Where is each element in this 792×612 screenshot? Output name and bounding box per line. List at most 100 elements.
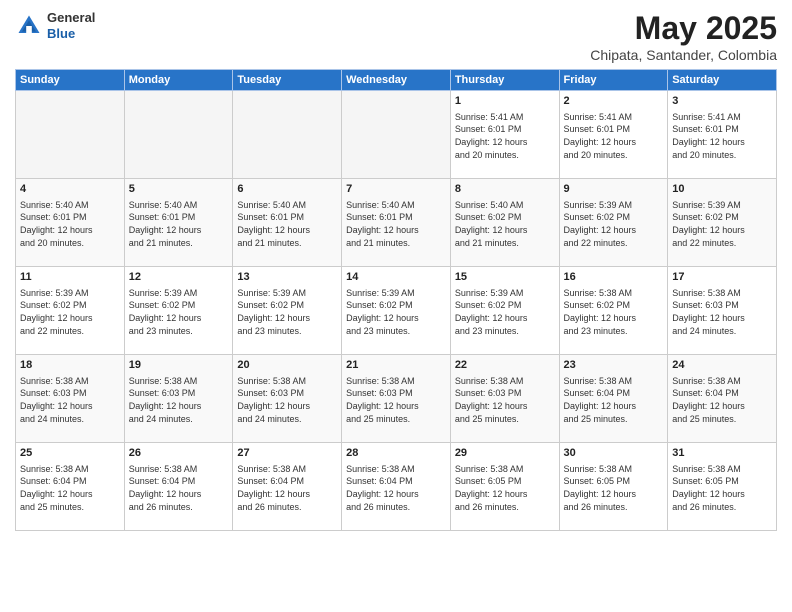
day-number: 31: [672, 446, 772, 461]
calendar: SundayMondayTuesdayWednesdayThursdayFrid…: [15, 69, 777, 531]
day-info: Sunrise: 5:38 AM Sunset: 6:03 PM Dayligh…: [346, 375, 446, 425]
day-info: Sunrise: 5:40 AM Sunset: 6:01 PM Dayligh…: [346, 199, 446, 249]
day-number: 16: [564, 270, 664, 285]
day-number: 27: [237, 446, 337, 461]
calendar-cell: 13 Sunrise: 5:39 AM Sunset: 6:02 PM Dayli…: [233, 267, 342, 355]
day-info: Sunrise: 5:41 AM Sunset: 6:01 PM Dayligh…: [672, 111, 772, 161]
day-info: Sunrise: 5:38 AM Sunset: 6:05 PM Dayligh…: [672, 463, 772, 513]
calendar-cell: 9Sunrise: 5:39 AM Sunset: 6:02 PM Daylig…: [559, 179, 668, 267]
day-number: 12: [129, 270, 229, 285]
day-info: Sunrise: 5:40 AM Sunset: 6:02 PM Dayligh…: [455, 199, 555, 249]
day-info: Sunrise: 5:38 AM Sunset: 6:03 PM Dayligh…: [237, 375, 337, 425]
page: General Blue May 2025 Chipata, Santander…: [0, 0, 792, 612]
day-number: 13: [237, 270, 337, 285]
week-row-3: 11 Sunrise: 5:39 AM Sunset: 6:02 PM Dayli…: [16, 267, 777, 355]
calendar-cell: 24 Sunrise: 5:38 AM Sunset: 6:04 PM Dayli…: [668, 355, 777, 443]
day-info: Sunrise: 5:38 AM Sunset: 6:04 PM Dayligh…: [237, 463, 337, 513]
day-number: 24: [672, 358, 772, 373]
week-row-4: 18 Sunrise: 5:38 AM Sunset: 6:03 PM Dayli…: [16, 355, 777, 443]
day-info: Sunrise: 5:38 AM Sunset: 6:04 PM Dayligh…: [129, 463, 229, 513]
day-number: 8: [455, 182, 555, 197]
day-info: Sunrise: 5:39 AM Sunset: 6:02 PM Dayligh…: [346, 287, 446, 337]
day-number: 28: [346, 446, 446, 461]
day-number: 2: [564, 94, 664, 109]
day-info: Sunrise: 5:39 AM Sunset: 6:02 PM Dayligh…: [20, 287, 120, 337]
day-number: 26: [129, 446, 229, 461]
logo-blue: Blue: [47, 26, 95, 42]
day-number: 22: [455, 358, 555, 373]
calendar-cell: 12 Sunrise: 5:39 AM Sunset: 6:02 PM Dayli…: [124, 267, 233, 355]
day-info: Sunrise: 5:40 AM Sunset: 6:01 PM Dayligh…: [129, 199, 229, 249]
calendar-cell: 25 Sunrise: 5:38 AM Sunset: 6:04 PM Dayli…: [16, 443, 125, 531]
day-info: Sunrise: 5:39 AM Sunset: 6:02 PM Dayligh…: [237, 287, 337, 337]
month-title: May 2025: [590, 10, 777, 47]
day-number: 30: [564, 446, 664, 461]
day-info: Sunrise: 5:38 AM Sunset: 6:04 PM Dayligh…: [20, 463, 120, 513]
week-row-1: 1Sunrise: 5:41 AM Sunset: 6:01 PM Daylig…: [16, 91, 777, 179]
col-header-sunday: Sunday: [16, 70, 125, 91]
calendar-cell: 7 Sunrise: 5:40 AM Sunset: 6:01 PM Daylig…: [342, 179, 451, 267]
calendar-cell: 11 Sunrise: 5:39 AM Sunset: 6:02 PM Dayli…: [16, 267, 125, 355]
day-info: Sunrise: 5:38 AM Sunset: 6:05 PM Dayligh…: [455, 463, 555, 513]
day-number: 29: [455, 446, 555, 461]
day-info: Sunrise: 5:38 AM Sunset: 6:02 PM Dayligh…: [564, 287, 664, 337]
calendar-cell: 20Sunrise: 5:38 AM Sunset: 6:03 PM Dayli…: [233, 355, 342, 443]
logo-general: General: [47, 10, 95, 26]
day-number: 14: [346, 270, 446, 285]
day-info: Sunrise: 5:39 AM Sunset: 6:02 PM Dayligh…: [129, 287, 229, 337]
day-number: 18: [20, 358, 120, 373]
calendar-cell: 17 Sunrise: 5:38 AM Sunset: 6:03 PM Dayli…: [668, 267, 777, 355]
day-info: Sunrise: 5:40 AM Sunset: 6:01 PM Dayligh…: [20, 199, 120, 249]
day-number: 6: [237, 182, 337, 197]
calendar-cell: 4Sunrise: 5:40 AM Sunset: 6:01 PM Daylig…: [16, 179, 125, 267]
calendar-cell: [233, 91, 342, 179]
calendar-cell: 30 Sunrise: 5:38 AM Sunset: 6:05 PM Dayli…: [559, 443, 668, 531]
day-number: 7: [346, 182, 446, 197]
day-info: Sunrise: 5:39 AM Sunset: 6:02 PM Dayligh…: [455, 287, 555, 337]
day-number: 23: [564, 358, 664, 373]
calendar-cell: 1Sunrise: 5:41 AM Sunset: 6:01 PM Daylig…: [450, 91, 559, 179]
col-header-monday: Monday: [124, 70, 233, 91]
day-info: Sunrise: 5:40 AM Sunset: 6:01 PM Dayligh…: [237, 199, 337, 249]
calendar-cell: [342, 91, 451, 179]
calendar-cell: 22 Sunrise: 5:38 AM Sunset: 6:03 PM Dayli…: [450, 355, 559, 443]
day-info: Sunrise: 5:38 AM Sunset: 6:03 PM Dayligh…: [20, 375, 120, 425]
calendar-header-row: SundayMondayTuesdayWednesdayThursdayFrid…: [16, 70, 777, 91]
day-number: 5: [129, 182, 229, 197]
day-info: Sunrise: 5:38 AM Sunset: 6:05 PM Dayligh…: [564, 463, 664, 513]
calendar-cell: 31 Sunrise: 5:38 AM Sunset: 6:05 PM Dayli…: [668, 443, 777, 531]
day-number: 21: [346, 358, 446, 373]
col-header-friday: Friday: [559, 70, 668, 91]
calendar-cell: 29 Sunrise: 5:38 AM Sunset: 6:05 PM Dayli…: [450, 443, 559, 531]
col-header-thursday: Thursday: [450, 70, 559, 91]
day-number: 19: [129, 358, 229, 373]
calendar-cell: [16, 91, 125, 179]
col-header-wednesday: Wednesday: [342, 70, 451, 91]
calendar-cell: 14 Sunrise: 5:39 AM Sunset: 6:02 PM Dayli…: [342, 267, 451, 355]
col-header-tuesday: Tuesday: [233, 70, 342, 91]
day-info: Sunrise: 5:38 AM Sunset: 6:04 PM Dayligh…: [672, 375, 772, 425]
day-info: Sunrise: 5:38 AM Sunset: 6:03 PM Dayligh…: [455, 375, 555, 425]
day-info: Sunrise: 5:41 AM Sunset: 6:01 PM Dayligh…: [564, 111, 664, 161]
logo: General Blue: [15, 10, 95, 41]
calendar-cell: 26 Sunrise: 5:38 AM Sunset: 6:04 PM Dayli…: [124, 443, 233, 531]
day-info: Sunrise: 5:38 AM Sunset: 6:03 PM Dayligh…: [129, 375, 229, 425]
calendar-cell: 15 Sunrise: 5:39 AM Sunset: 6:02 PM Dayli…: [450, 267, 559, 355]
calendar-cell: 18 Sunrise: 5:38 AM Sunset: 6:03 PM Dayli…: [16, 355, 125, 443]
week-row-2: 4Sunrise: 5:40 AM Sunset: 6:01 PM Daylig…: [16, 179, 777, 267]
calendar-cell: 27 Sunrise: 5:38 AM Sunset: 6:04 PM Dayli…: [233, 443, 342, 531]
day-number: 15: [455, 270, 555, 285]
calendar-cell: 3Sunrise: 5:41 AM Sunset: 6:01 PM Daylig…: [668, 91, 777, 179]
logo-text: General Blue: [47, 10, 95, 41]
day-number: 17: [672, 270, 772, 285]
calendar-cell: 28Sunrise: 5:38 AM Sunset: 6:04 PM Dayli…: [342, 443, 451, 531]
calendar-cell: 21 Sunrise: 5:38 AM Sunset: 6:03 PM Dayli…: [342, 355, 451, 443]
day-info: Sunrise: 5:39 AM Sunset: 6:02 PM Dayligh…: [564, 199, 664, 249]
day-info: Sunrise: 5:38 AM Sunset: 6:03 PM Dayligh…: [672, 287, 772, 337]
calendar-cell: 2 Sunrise: 5:41 AM Sunset: 6:01 PM Daylig…: [559, 91, 668, 179]
day-number: 11: [20, 270, 120, 285]
day-info: Sunrise: 5:41 AM Sunset: 6:01 PM Dayligh…: [455, 111, 555, 161]
generalblue-icon: [15, 12, 43, 40]
calendar-cell: 6 Sunrise: 5:40 AM Sunset: 6:01 PM Daylig…: [233, 179, 342, 267]
day-number: 25: [20, 446, 120, 461]
